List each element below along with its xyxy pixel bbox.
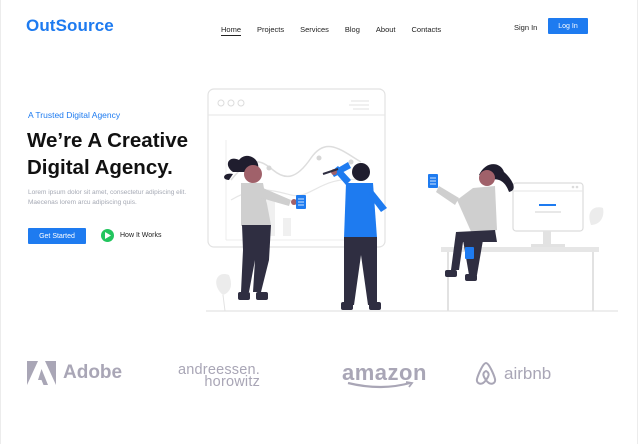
- hero-illustration: [206, 88, 618, 312]
- how-it-works-link[interactable]: How It Works: [101, 229, 162, 242]
- log-in-button[interactable]: Log In: [548, 18, 588, 34]
- airbnb-logo: airbnb: [474, 361, 551, 387]
- get-started-button[interactable]: Get Started: [28, 228, 86, 244]
- nav-blog[interactable]: Blog: [345, 25, 360, 36]
- adobe-logo: Adobe: [27, 361, 122, 385]
- nav-services[interactable]: Services: [300, 25, 329, 36]
- page: OutSource Home Projects Services Blog Ab…: [0, 0, 638, 444]
- hero-description: Lorem ipsum dolor sit amet, consectetur …: [28, 189, 187, 206]
- nav-home[interactable]: Home: [221, 25, 242, 36]
- hero-headline: We’re A Creative Digital Agency.: [27, 127, 217, 181]
- nav-projects[interactable]: Projects: [257, 25, 284, 36]
- headline-line-2: Digital Agency.: [27, 156, 173, 179]
- headline-line-1: We’re A Creative: [27, 129, 189, 152]
- main-nav: Home Projects Services Blog About Contac…: [221, 25, 457, 36]
- play-icon: [101, 229, 114, 242]
- airbnb-belo-icon: [475, 361, 497, 385]
- amazon-logo: amazon: [342, 360, 427, 389]
- amazon-smile-icon: [347, 381, 414, 389]
- nav-contacts[interactable]: Contacts: [412, 25, 442, 36]
- adobe-wordmark: Adobe: [63, 362, 123, 383]
- how-it-works-label: How It Works: [120, 232, 162, 239]
- plant-left-icon: [216, 274, 231, 312]
- woman-sitting-figure: [428, 164, 514, 281]
- airbnb-wordmark: airbnb: [504, 364, 552, 383]
- hero-eyebrow: A Trusted Digital Agency: [28, 110, 121, 120]
- sign-in-link[interactable]: Sign In: [514, 23, 537, 32]
- site-logo[interactable]: OutSource: [26, 16, 114, 36]
- andreessen-horowitz-logo: andreessen. horowitz: [178, 363, 260, 390]
- adobe-mark-icon: [27, 361, 56, 385]
- nav-about[interactable]: About: [376, 25, 396, 36]
